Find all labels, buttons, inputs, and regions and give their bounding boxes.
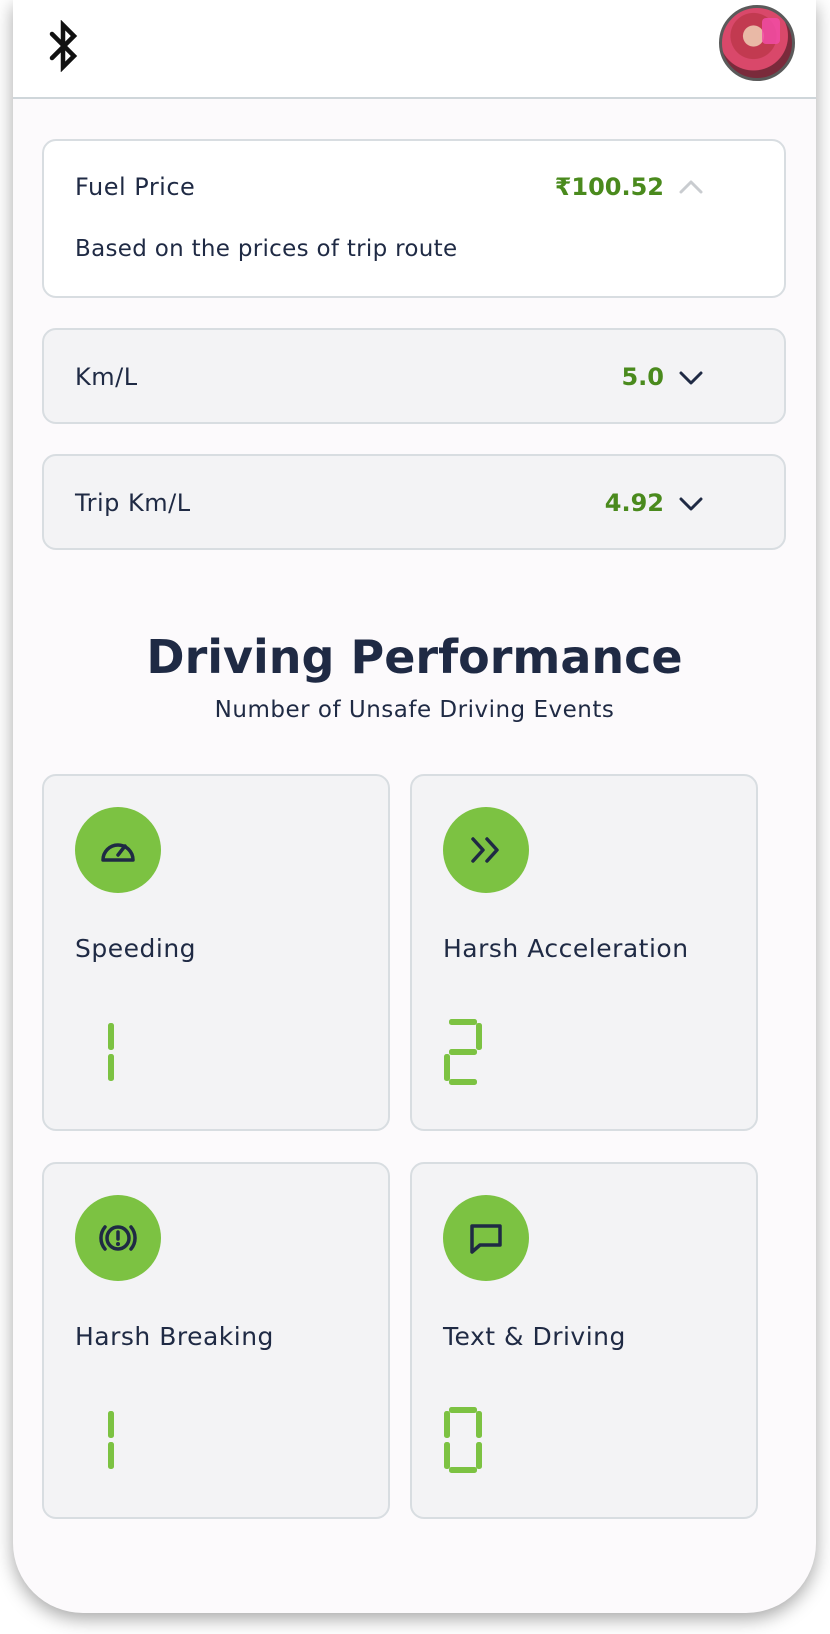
km-per-l-card[interactable]: Km/L 5.0 — [42, 328, 786, 424]
digit-segment-b — [476, 1411, 482, 1438]
trip-km-per-l-value: 4.92 — [604, 489, 664, 517]
fuel-price-card[interactable]: Fuel Price ₹100.52 Based on the prices o… — [42, 139, 786, 298]
digit-segment-c — [476, 1442, 482, 1469]
fuel-price-label: Fuel Price — [75, 173, 196, 201]
digit-segment-b — [476, 1023, 482, 1050]
harsh-breaking-label: Harsh Breaking — [75, 1322, 274, 1351]
digit-segment-g — [449, 1049, 477, 1055]
digit-segment-d — [449, 1079, 477, 1085]
brake-warning-icon — [75, 1195, 161, 1281]
chevron-down-icon[interactable] — [678, 370, 704, 386]
digit-segment-c — [108, 1054, 114, 1081]
km-per-l-value: 5.0 — [621, 363, 664, 391]
speeding-label: Speeding — [75, 934, 197, 963]
digit-segment-c — [108, 1442, 114, 1469]
chevron-down-icon[interactable] — [678, 496, 704, 512]
digit-segment-b — [108, 1411, 114, 1438]
digit-segment-a — [449, 1019, 477, 1025]
trip-km-per-l-label: Trip Km/L — [75, 489, 191, 517]
driving-performance-title: Driving Performance — [146, 630, 683, 684]
driving-performance-subtitle: Number of Unsafe Driving Events — [214, 697, 615, 723]
harsh-acceleration-label: Harsh Acceleration — [443, 934, 689, 963]
text-driving-tile[interactable]: Text & Driving — [410, 1162, 758, 1519]
fast-forward-icon — [443, 807, 529, 893]
chevron-up-icon[interactable] — [678, 179, 704, 195]
harsh-breaking-count — [108, 1411, 114, 1469]
digit-segment-a — [449, 1407, 477, 1413]
km-per-l-label: Km/L — [75, 363, 138, 391]
harsh-acceleration-tile[interactable]: Harsh Acceleration — [410, 774, 758, 1131]
digit-segment-d — [449, 1467, 477, 1473]
app-bar — [13, 0, 816, 99]
speedometer-icon — [75, 807, 161, 893]
speeding-tile[interactable]: Speeding — [42, 774, 390, 1131]
message-icon — [443, 1195, 529, 1281]
speeding-count — [108, 1023, 114, 1081]
harsh-acceleration-count — [444, 1019, 482, 1085]
fuel-price-value: ₹100.52 — [554, 173, 664, 201]
harsh-breaking-tile[interactable]: Harsh Breaking — [42, 1162, 390, 1519]
fuel-price-description: Based on the prices of trip route — [75, 236, 458, 262]
digit-segment-e — [444, 1442, 450, 1469]
bluetooth-icon[interactable] — [46, 20, 82, 72]
text-driving-count — [444, 1407, 482, 1473]
digit-segment-b — [108, 1023, 114, 1050]
trip-km-per-l-card[interactable]: Trip Km/L 4.92 — [42, 454, 786, 550]
user-avatar[interactable] — [719, 5, 795, 81]
text-driving-label: Text & Driving — [443, 1322, 626, 1351]
phone-screen: Fuel Price ₹100.52 Based on the prices o… — [13, 0, 816, 1613]
digit-segment-e — [444, 1054, 450, 1081]
digit-segment-f — [444, 1411, 450, 1438]
